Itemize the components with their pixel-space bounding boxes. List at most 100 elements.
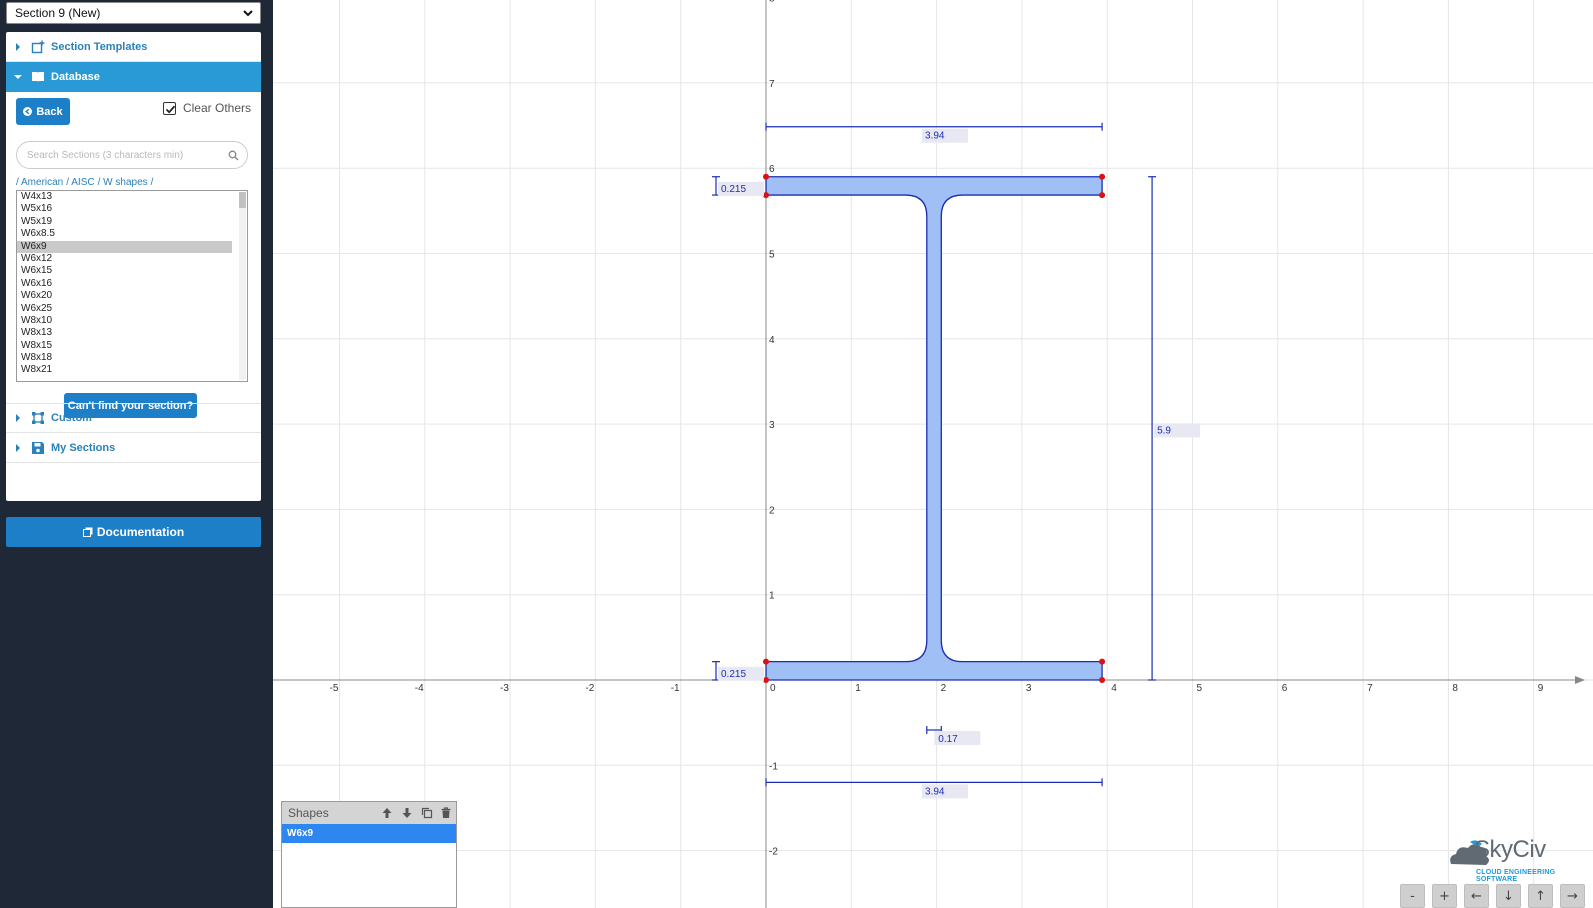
checkmark-icon xyxy=(165,105,176,114)
x-tick-label: 4 xyxy=(1111,683,1117,694)
caret-down-icon xyxy=(14,75,22,79)
x-tick-label: 3 xyxy=(1026,683,1032,694)
caret-right-icon xyxy=(16,443,20,452)
x-tick-label: 1 xyxy=(855,683,861,694)
accordion-database[interactable]: Database xyxy=(6,62,261,92)
list-item[interactable]: W4x13 xyxy=(17,191,232,203)
arrow-down-icon[interactable] xyxy=(401,807,413,819)
accordion-custom[interactable]: Custom xyxy=(6,403,261,433)
list-item[interactable]: W8x15 xyxy=(17,340,232,352)
back-button[interactable]: Back xyxy=(16,98,70,125)
breadcrumb-item[interactable]: / AISC xyxy=(66,177,94,188)
bottom-flange-dimension-label: 0.215 xyxy=(721,669,746,680)
x-tick-label: 0 xyxy=(770,683,776,694)
pan-up-button[interactable]: ↑ xyxy=(1528,884,1553,908)
list-item[interactable]: W6x25 xyxy=(17,303,232,315)
search-icon[interactable] xyxy=(228,150,239,161)
clear-others-toggle[interactable]: Clear Others xyxy=(162,101,251,115)
list-scrollbar[interactable] xyxy=(239,192,246,380)
web-dimension-label: 0.17 xyxy=(938,734,958,745)
list-item[interactable]: W6x8.5 xyxy=(17,228,232,240)
sections-accordion: Section Templates Database Back Clear Ot… xyxy=(6,32,261,501)
section-list[interactable]: W4x13 W5x16 W5x19 W6x8.5 W6x9 W6x12 W6x1… xyxy=(16,190,248,382)
dimension-lines: 3.94 3.94 5.9 0.215 0.215 0.17 xyxy=(712,122,1201,799)
x-tick-label: 8 xyxy=(1452,683,1458,694)
database-panel: Back Clear Others / American/ AISC / W sh… xyxy=(6,92,261,418)
list-item[interactable]: W6x15 xyxy=(17,265,232,277)
custom-shape-icon xyxy=(32,412,44,424)
list-item[interactable]: W8x18 xyxy=(17,352,232,364)
documentation-label: Documentation xyxy=(96,525,185,539)
list-item[interactable]: W6x20 xyxy=(17,290,232,302)
shapes-list-item[interactable]: W6x9 xyxy=(282,824,456,843)
y-tick-label: -1 xyxy=(769,761,778,772)
view-controls: - + ← ↓ ↑ → xyxy=(1400,884,1585,908)
accordion-label: Database xyxy=(51,71,100,83)
vertex-point[interactable] xyxy=(763,658,769,665)
arrow-left-circle-icon xyxy=(23,107,33,116)
vertex-point[interactable] xyxy=(1099,173,1106,180)
list-item[interactable]: W6x12 xyxy=(17,253,232,265)
clear-others-checkbox[interactable] xyxy=(162,101,176,115)
scrollbar-thumb[interactable] xyxy=(239,192,246,208)
list-item[interactable]: W8x10 xyxy=(17,315,232,327)
i-beam-shape[interactable] xyxy=(765,176,1103,681)
documentation-icon xyxy=(82,527,93,537)
accordion-my-sections[interactable]: My Sections xyxy=(6,433,261,463)
height-dimension-label: 5.9 xyxy=(1157,425,1171,436)
caret-right-icon xyxy=(16,42,20,51)
y-tick-label: 3 xyxy=(769,420,775,431)
caret-right-icon xyxy=(16,414,20,422)
shapes-panel: Shapes W6x9 xyxy=(281,801,457,908)
list-item[interactable]: W5x19 xyxy=(17,216,232,228)
x-tick-label: 9 xyxy=(1538,683,1544,694)
arrow-up-icon[interactable] xyxy=(381,807,393,819)
save-icon xyxy=(32,441,44,454)
x-tick-label: -3 xyxy=(500,683,509,694)
x-axis-arrow xyxy=(1575,676,1585,684)
section-shape[interactable] xyxy=(763,173,1106,683)
documentation-button[interactable]: Documentation xyxy=(6,517,261,547)
vertex-point[interactable] xyxy=(763,173,769,180)
logo-text: SkyCiv xyxy=(1474,836,1546,863)
section-select[interactable]: Section 9 (New) xyxy=(6,2,261,24)
y-tick-label: 5 xyxy=(769,250,775,261)
search-input[interactable] xyxy=(27,148,217,163)
copy-icon[interactable] xyxy=(421,807,433,819)
breadcrumb-item: / xyxy=(150,177,154,188)
vertex-point[interactable] xyxy=(1099,658,1106,665)
breadcrumb-item[interactable]: / W shapes xyxy=(98,177,148,188)
x-tick-label: -5 xyxy=(330,683,339,694)
breadcrumb: / American / AISC / W shapes / xyxy=(16,177,156,188)
breadcrumb-item[interactable]: / American xyxy=(16,177,63,188)
list-item[interactable]: W6x16 xyxy=(17,278,232,290)
section-plot[interactable]: -5-4-3-2-10123456789-2-112345678 3.943.9… xyxy=(273,0,1593,908)
vertex-point[interactable] xyxy=(1099,192,1106,199)
pan-down-button[interactable]: ↓ xyxy=(1496,884,1521,908)
list-item[interactable]: W8x13 xyxy=(17,327,232,339)
top-flange-dimension-label: 0.215 xyxy=(721,184,746,195)
zoom-out-button[interactable]: - xyxy=(1400,884,1425,908)
accordion-section-templates[interactable]: Section Templates xyxy=(6,32,261,62)
zoom-in-button[interactable]: + xyxy=(1432,884,1457,908)
list-item[interactable]: W5x16 xyxy=(17,203,232,215)
list-item[interactable]: W8x21 xyxy=(17,364,232,376)
x-tick-label: -2 xyxy=(585,683,594,694)
vertex-point[interactable] xyxy=(1099,677,1106,683)
pan-left-button[interactable]: ← xyxy=(1464,884,1489,908)
y-tick-label: 6 xyxy=(769,164,775,175)
pan-right-button[interactable]: → xyxy=(1560,884,1585,908)
list-item-selected[interactable]: W6x9 xyxy=(17,240,232,253)
x-tick-label: 7 xyxy=(1367,683,1373,694)
trash-icon[interactable] xyxy=(440,807,452,819)
y-tick-label: 7 xyxy=(769,79,775,90)
x-tick-label: 2 xyxy=(941,683,947,694)
y-tick-label: 2 xyxy=(769,505,775,516)
clear-others-label: Clear Others xyxy=(182,101,251,115)
y-tick-label: -2 xyxy=(769,847,778,858)
back-button-label: Back xyxy=(36,105,63,118)
y-tick-label: 1 xyxy=(769,591,775,602)
shapes-panel-title: Shapes xyxy=(288,806,329,820)
drawing-canvas[interactable]: -5-4-3-2-10123456789-2-112345678 3.943.9… xyxy=(273,0,1593,908)
x-tick-label: -4 xyxy=(415,683,424,694)
